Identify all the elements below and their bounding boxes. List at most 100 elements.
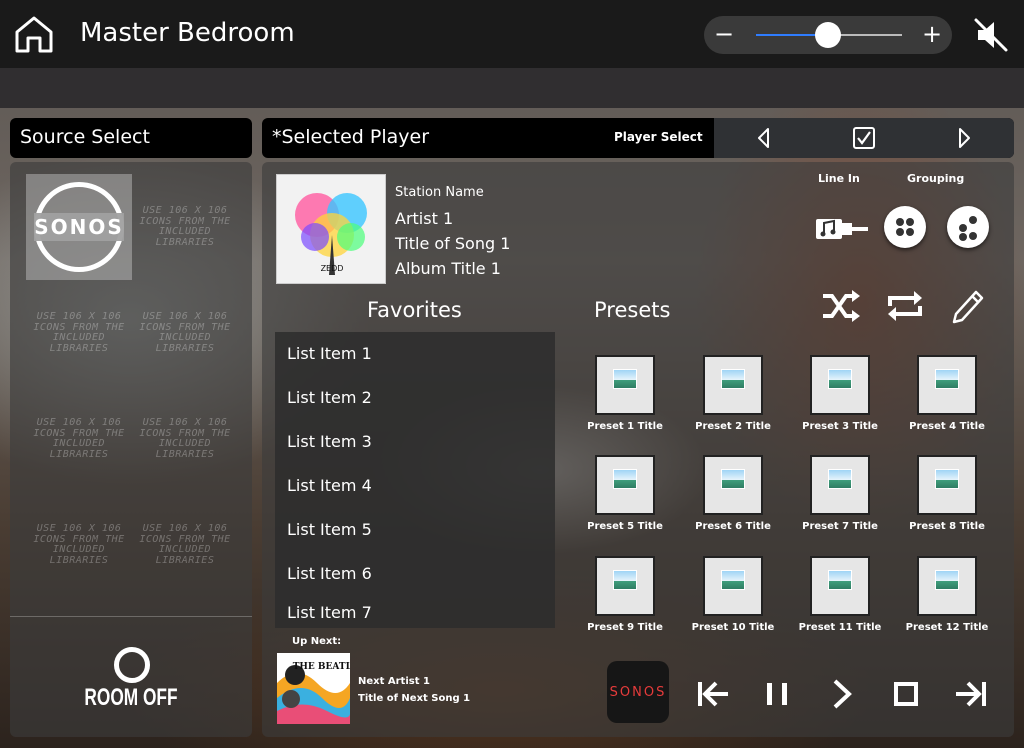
preset-title: Preset 5 Title: [587, 521, 663, 532]
image-placeholder-icon: [810, 556, 870, 616]
up-next-label: Up Next:: [292, 636, 342, 647]
image-placeholder-icon: [595, 355, 655, 415]
preset-tile[interactable]: Preset 1 Title: [575, 355, 675, 432]
room-off-button[interactable]: ROOM OFF: [44, 684, 218, 712]
list-item[interactable]: List Item 6: [287, 564, 372, 583]
volume-slider[interactable]: [756, 22, 902, 48]
preset-tile[interactable]: Preset 2 Title: [683, 355, 783, 432]
stop-icon[interactable]: [888, 676, 924, 712]
preset-title: Preset 9 Title: [587, 622, 663, 633]
sonos-app-button[interactable]: SONOS: [607, 661, 669, 723]
list-item[interactable]: List Item 4: [287, 476, 372, 495]
preset-title: Preset 2 Title: [695, 421, 771, 432]
grouping-label: Grouping: [907, 172, 965, 185]
preset-title: Preset 7 Title: [802, 521, 878, 532]
repeat-icon[interactable]: [884, 288, 926, 324]
image-placeholder-icon: [703, 556, 763, 616]
previous-player-icon[interactable]: [752, 126, 776, 150]
preset-title: Preset 12 Title: [905, 622, 989, 633]
source-tile[interactable]: USE 106 X 106 ICONS FROM THE INCLUDED LI…: [132, 174, 238, 280]
volume-up-button[interactable]: +: [918, 20, 946, 48]
selected-player-title: *Selected Player: [272, 126, 430, 148]
favorites-list[interactable]: List Item 1 List Item 2 List Item 3 List…: [275, 332, 555, 628]
ungroup-speakers-button[interactable]: [947, 206, 989, 248]
source-tile[interactable]: USE 106 X 106 ICONS FROM THE INCLUDED LI…: [26, 386, 132, 492]
up-next-album-art: THE BEATLES: [277, 653, 350, 724]
volume-down-button[interactable]: −: [710, 20, 738, 48]
source-placeholder-text: USE 106 X 106 ICONS FROM THE INCLUDED LI…: [139, 205, 231, 248]
shuffle-icon[interactable]: [820, 288, 862, 324]
next-player-icon[interactable]: [952, 126, 976, 150]
image-placeholder-icon: [917, 355, 977, 415]
source-placeholder-text: USE 106 X 106 ICONS FROM THE INCLUDED LI…: [33, 311, 125, 354]
source-placeholder-text: USE 106 X 106 ICONS FROM THE INCLUDED LI…: [139, 523, 231, 566]
preset-tile[interactable]: Preset 12 Title: [897, 556, 997, 633]
image-placeholder-icon: [810, 455, 870, 515]
preset-tile[interactable]: Preset 3 Title: [790, 355, 890, 432]
preset-tile[interactable]: Preset 11 Title: [790, 556, 890, 633]
list-item[interactable]: List Item 2: [287, 388, 372, 407]
skip-forward-icon[interactable]: [952, 676, 988, 712]
preset-title: Preset 8 Title: [909, 521, 985, 532]
image-placeholder-icon: [917, 455, 977, 515]
preset-tile[interactable]: Preset 4 Title: [897, 355, 997, 432]
mute-icon[interactable]: [972, 16, 1010, 54]
sub-bar: [0, 68, 1024, 108]
station-name: Station Name: [395, 185, 484, 200]
list-item[interactable]: List Item 3: [287, 432, 372, 451]
source-tile[interactable]: USE 106 X 106 ICONS FROM THE INCLUDED LI…: [26, 280, 132, 386]
select-player-checkbox-icon[interactable]: [852, 126, 876, 150]
preset-tile[interactable]: Preset 6 Title: [683, 455, 783, 532]
image-placeholder-icon: [703, 455, 763, 515]
sonos-logo-text: SONOS: [34, 213, 124, 241]
image-placeholder-icon: [810, 355, 870, 415]
presets-title: Presets: [594, 298, 671, 322]
source-placeholder-text: USE 106 X 106 ICONS FROM THE INCLUDED LI…: [33, 523, 125, 566]
source-select-panel: SONOS USE 106 X 106 ICONS FROM THE INCLU…: [10, 162, 252, 737]
volume-control: − +: [704, 16, 952, 54]
svg-text:THE BEATLES: THE BEATLES: [293, 662, 350, 672]
preset-tile[interactable]: Preset 9 Title: [575, 556, 675, 633]
volume-slider-knob[interactable]: [814, 22, 841, 48]
preset-title: Preset 4 Title: [909, 421, 985, 432]
preset-tile[interactable]: Preset 10 Title: [683, 556, 783, 633]
play-icon[interactable]: [824, 676, 860, 712]
image-placeholder-icon: [703, 355, 763, 415]
preset-tile[interactable]: Preset 5 Title: [575, 455, 675, 532]
source-tile[interactable]: USE 106 X 106 ICONS FROM THE INCLUDED LI…: [132, 386, 238, 492]
preset-title: Preset 10 Title: [691, 622, 775, 633]
line-in-icon[interactable]: [814, 214, 870, 244]
source-tile[interactable]: USE 106 X 106 ICONS FROM THE INCLUDED LI…: [26, 492, 132, 598]
pause-icon[interactable]: [759, 676, 795, 712]
line-in-label: Line In: [818, 172, 860, 185]
list-item[interactable]: List Item 7: [287, 603, 372, 622]
group-speakers-button[interactable]: [884, 206, 926, 248]
player-select-label: Player Select: [614, 130, 703, 144]
list-item[interactable]: List Item 1: [287, 344, 372, 363]
album-art: ZEDD: [276, 174, 386, 284]
preset-tile[interactable]: Preset 8 Title: [897, 455, 997, 532]
image-placeholder-icon: [595, 556, 655, 616]
player-select-controls: [714, 118, 1014, 158]
list-item[interactable]: List Item 5: [287, 520, 372, 539]
player-header: *Selected Player Player Select: [262, 118, 1014, 158]
image-placeholder-icon: [595, 455, 655, 515]
image-placeholder-icon: [917, 556, 977, 616]
home-icon[interactable]: [14, 14, 54, 54]
source-placeholder-text: USE 106 X 106 ICONS FROM THE INCLUDED LI…: [139, 311, 231, 354]
sonos-logo-text: SONOS: [609, 684, 667, 700]
next-artist: Next Artist 1: [358, 676, 430, 687]
source-tile[interactable]: USE 106 X 106 ICONS FROM THE INCLUDED LI…: [132, 492, 238, 598]
up-next-art-image: THE BEATLES: [277, 653, 350, 724]
power-icon[interactable]: [114, 647, 150, 683]
source-sonos-tile[interactable]: SONOS: [26, 174, 132, 280]
preset-tile[interactable]: Preset 7 Title: [790, 455, 890, 532]
edit-pencil-icon[interactable]: [950, 286, 986, 324]
source-select-title: Source Select: [20, 126, 150, 148]
source-divider: [10, 616, 252, 617]
source-placeholder-text: USE 106 X 106 ICONS FROM THE INCLUDED LI…: [139, 417, 231, 460]
next-song-title: Title of Next Song 1: [358, 693, 471, 704]
preset-title: Preset 6 Title: [695, 521, 771, 532]
source-tile[interactable]: USE 106 X 106 ICONS FROM THE INCLUDED LI…: [132, 280, 238, 386]
skip-back-icon[interactable]: [696, 676, 732, 712]
